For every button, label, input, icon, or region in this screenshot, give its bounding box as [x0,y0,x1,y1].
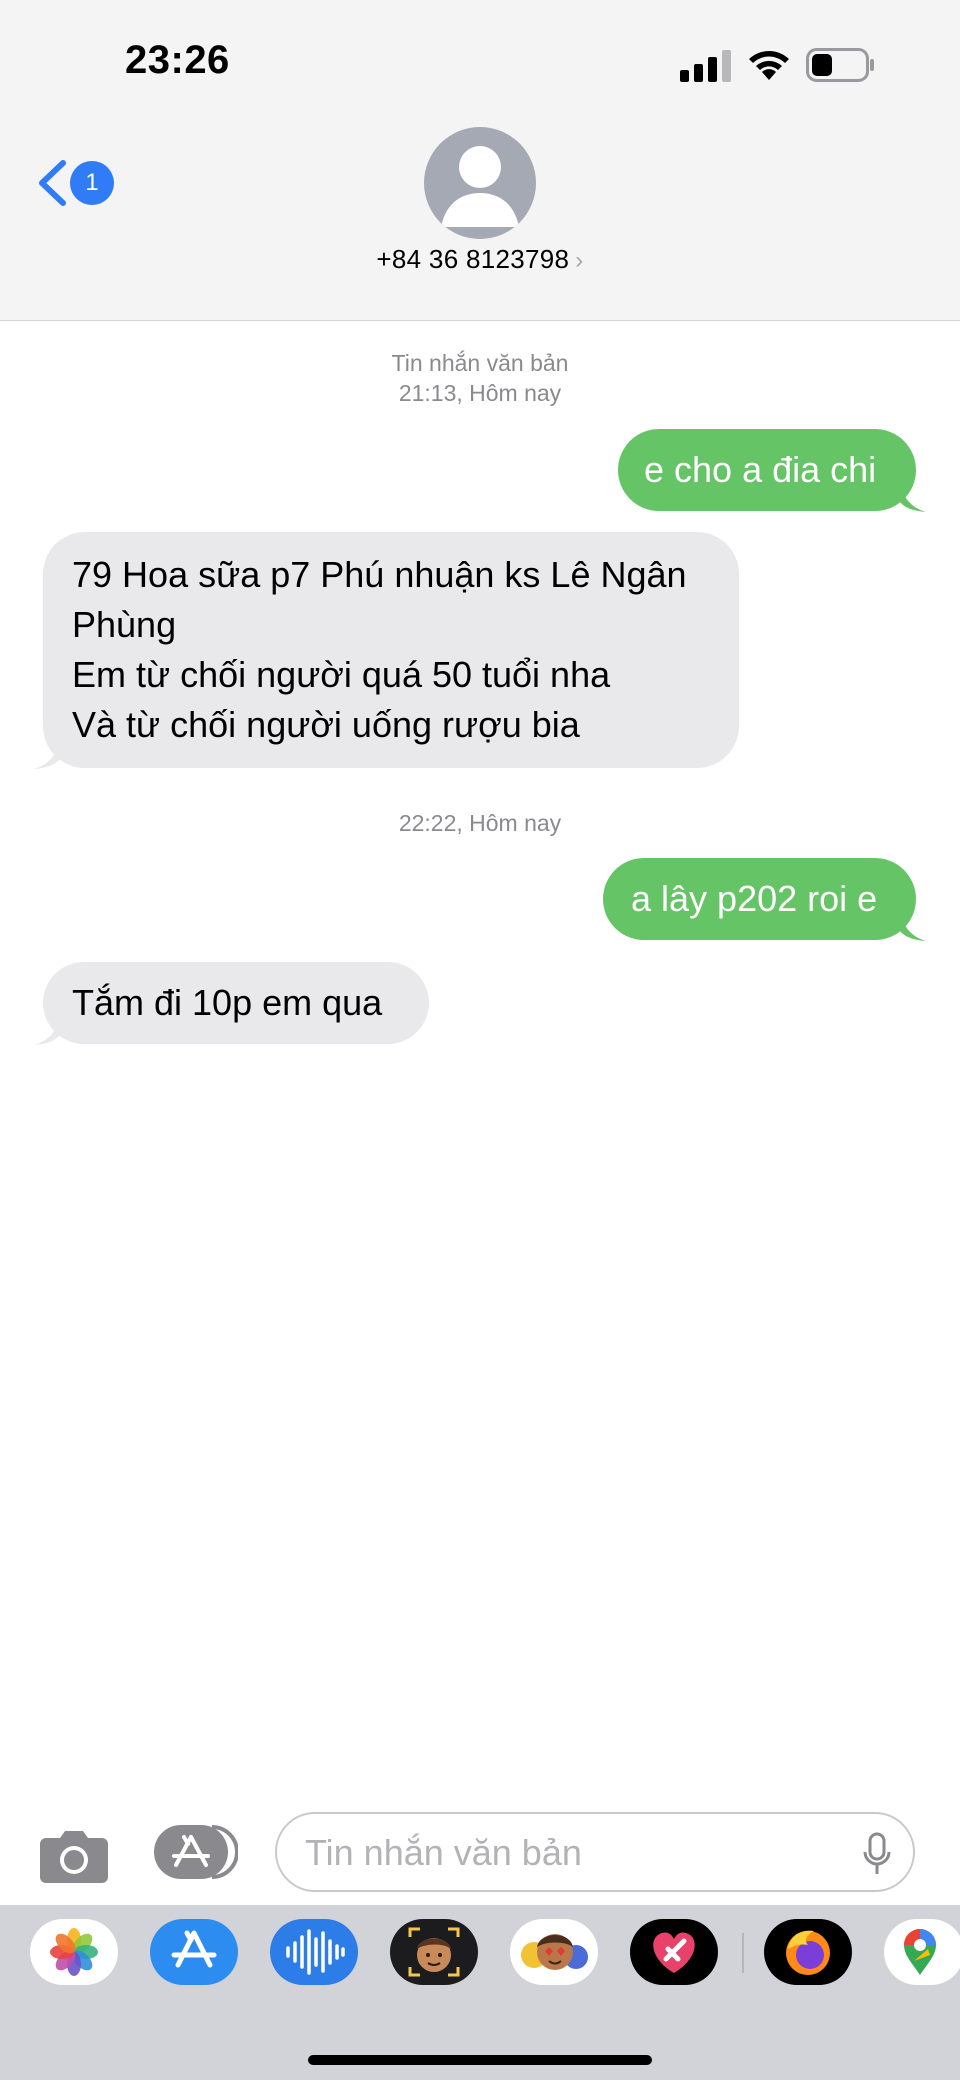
bubble-tail [34,1013,60,1045]
cellular-signal-icon [680,50,731,82]
memoji-app-icon[interactable] [390,1919,478,1985]
message-text: Tắm đi 10p em qua [72,982,383,1023]
bubble-tail [900,909,926,941]
incoming-message-bubble[interactable]: Tắm đi 10p em qua [43,962,429,1044]
camera-icon[interactable] [38,1828,110,1884]
message-line: Em từ chối người quá 50 tuổi nha [72,654,611,695]
message-text: a lây p202 roi e [631,878,878,919]
microphone-icon[interactable] [863,1832,891,1876]
incoming-message-bubble[interactable]: 79 Hoa sữa p7 Phú nhuận ks Lê Ngân Phùng… [43,532,739,768]
bubble-tail [900,480,926,512]
battery-icon [806,48,874,82]
timestamp-header: 22:22, Hôm nay [0,808,960,838]
message-text: e cho a đia chi [644,449,877,490]
message-line: Phùng [72,604,177,645]
unread-badge: 1 [70,161,114,205]
message-input-placeholder: Tin nhắn văn bản [305,1832,582,1873]
timestamp-label: 21:13, Hôm nay [398,380,562,406]
bubble-tail [34,737,60,769]
wifi-icon [749,51,789,80]
back-button[interactable]: 1 [36,158,116,208]
outgoing-message-bubble[interactable]: e cho a đia chi [618,429,916,511]
app-store-app-icon[interactable] [150,1919,238,1985]
drawer-divider [742,1933,744,1973]
chevron-left-icon [39,160,66,206]
animoji-stickers-app-icon[interactable] [510,1919,598,1985]
message-line: Và từ chối người uống rượu bia [72,704,580,745]
timestamp-header: Tin nhắn văn bản 21:13, Hôm nay [0,348,960,408]
imessage-app-drawer [0,1905,960,2080]
contact-avatar[interactable] [424,127,536,239]
message-type-label: Tin nhắn văn bản [391,350,569,376]
digital-touch-app-icon[interactable] [630,1919,718,1985]
google-maps-app-icon[interactable] [884,1919,960,1985]
contact-name-button[interactable]: +84 36 8123798 › [0,244,960,275]
audio-message-app-icon[interactable] [270,1919,358,1985]
person-icon [441,146,519,227]
message-composer: Tin nhắn văn bản [0,1800,960,1900]
timestamp-label: 22:22, Hôm nay [398,810,562,836]
message-line: 79 Hoa sữa p7 Phú nhuận ks Lê Ngân [72,554,687,595]
message-input[interactable]: Tin nhắn văn bản [275,1812,915,1892]
conversation-header: 23:26 1 +84 36 8123798 › [0,0,960,321]
contact-number: +84 36 8123798 [376,244,570,274]
outgoing-message-bubble[interactable]: a lây p202 roi e [603,858,916,940]
app-store-button-icon[interactable] [154,1825,238,1879]
photos-app-icon[interactable] [30,1919,118,1985]
home-indicator[interactable] [308,2055,652,2065]
status-time: 23:26 [125,38,230,82]
chevron-right-icon: › [575,247,584,274]
firefox-app-icon[interactable] [764,1919,852,1985]
